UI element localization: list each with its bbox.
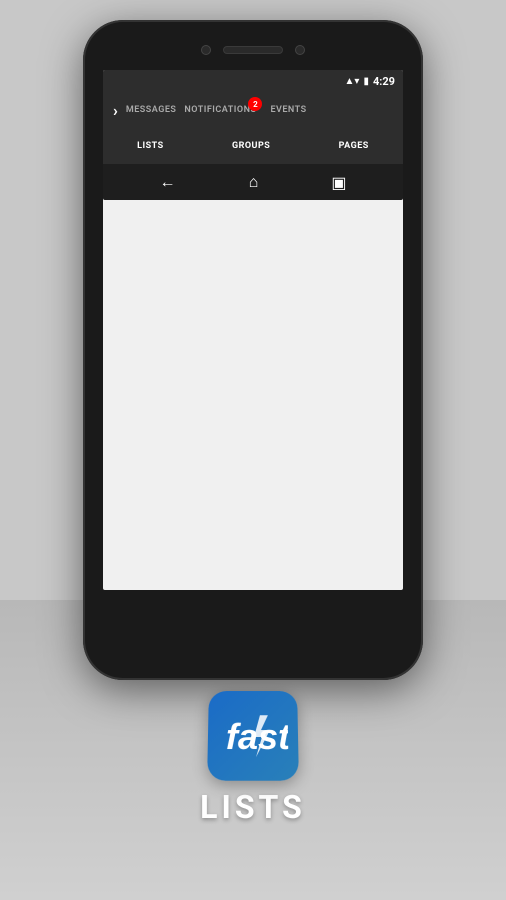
fast-logo-svg: fast bbox=[218, 705, 289, 765]
tab-pages[interactable]: PAGES bbox=[339, 141, 369, 151]
phone-screen: ▲▾ ▮ 4:29 › MESSAGES NOTIFICATIONS 2 EVE… bbox=[103, 70, 403, 590]
fast-logo: fast bbox=[207, 691, 299, 781]
status-bar: ▲▾ ▮ 4:29 bbox=[103, 70, 403, 92]
tab-lists[interactable]: LISTS bbox=[137, 141, 164, 151]
speaker bbox=[223, 46, 283, 54]
back-chevron-icon[interactable]: › bbox=[113, 101, 118, 120]
notifications-link[interactable]: NOTIFICATIONS bbox=[184, 105, 256, 115]
app-title: LISTS bbox=[200, 788, 306, 826]
phone-physical-bottom bbox=[83, 590, 423, 620]
camera bbox=[201, 45, 211, 55]
phone-shell: ▲▾ ▮ 4:29 › MESSAGES NOTIFICATIONS 2 EVE… bbox=[83, 20, 423, 680]
home-button[interactable]: ⌂ bbox=[249, 172, 259, 192]
battery-icon: ▮ bbox=[363, 76, 369, 87]
phone-top-bar bbox=[83, 20, 423, 70]
recent-button[interactable]: ▣ bbox=[331, 173, 346, 192]
wifi-icon: ▲▾ bbox=[345, 76, 360, 87]
nav-bar: › MESSAGES NOTIFICATIONS 2 EVENTS bbox=[103, 92, 403, 128]
bottom-tabs: LISTS GROUPS PAGES bbox=[103, 128, 403, 164]
tab-groups[interactable]: GROUPS bbox=[232, 141, 270, 151]
status-time: 4:29 bbox=[373, 75, 395, 88]
events-link[interactable]: EVENTS bbox=[270, 105, 306, 115]
app-logo-area: fast LISTS bbox=[200, 690, 306, 826]
phone-bottom-nav: ← ⌂ ▣ bbox=[103, 164, 403, 200]
camera-2 bbox=[295, 45, 305, 55]
svg-text:fast: fast bbox=[226, 717, 289, 757]
notifications-wrap: NOTIFICATIONS 2 bbox=[184, 105, 262, 115]
nav-links: MESSAGES NOTIFICATIONS 2 EVENTS bbox=[126, 105, 307, 115]
messages-link[interactable]: MESSAGES bbox=[126, 105, 177, 115]
back-button[interactable]: ← bbox=[160, 172, 176, 192]
notification-badge: 2 bbox=[248, 97, 262, 111]
